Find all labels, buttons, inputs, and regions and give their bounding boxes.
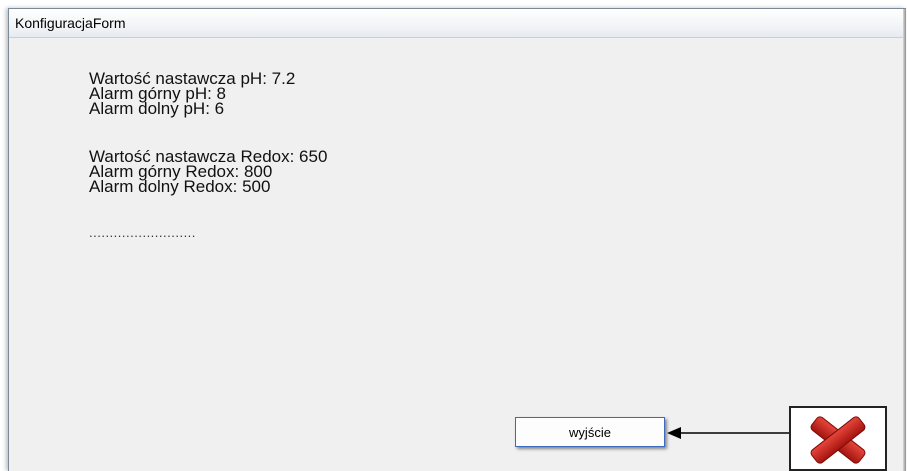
window-right-border bbox=[903, 9, 906, 471]
red-x-close-icon[interactable] bbox=[791, 408, 885, 469]
close-box[interactable] bbox=[789, 406, 887, 471]
title-bar[interactable]: KonfiguracjaForm bbox=[9, 9, 906, 38]
exit-button-label: wyjście bbox=[569, 424, 611, 440]
arrow-left-icon bbox=[667, 427, 789, 439]
ph-alarm-low-text: Alarm dolny pH: 6 bbox=[89, 99, 225, 118]
ph-settings: Wartość nastawcza pH: 7.2 Alarm górny pH… bbox=[89, 70, 295, 118]
redox-alarm-low-text: Alarm dolny Redox: 500 bbox=[89, 177, 271, 196]
exit-button[interactable]: wyjście bbox=[515, 417, 665, 447]
redox-settings: Wartość nastawcza Redox: 650 Alarm górny… bbox=[89, 148, 327, 196]
ellipsis-text: .......................... bbox=[89, 225, 196, 240]
configuration-window: KonfiguracjaForm Wartość nastawcza pH: 7… bbox=[8, 8, 906, 471]
window-title: KonfiguracjaForm bbox=[15, 15, 126, 31]
